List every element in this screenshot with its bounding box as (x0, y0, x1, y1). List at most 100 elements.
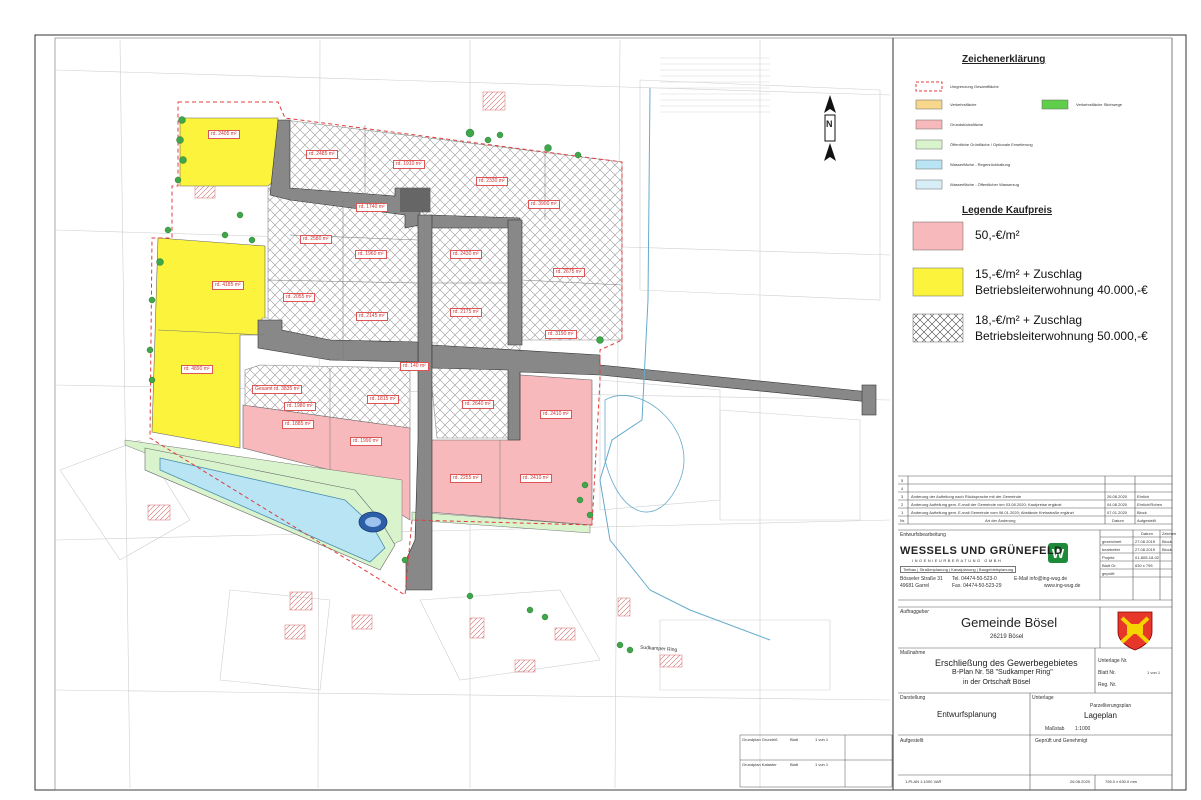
plot-label: rd. 1990 m² (350, 437, 382, 446)
plot-label: rd. 2330 m² (476, 177, 508, 186)
plot-label: rd. 2175 m² (450, 308, 482, 317)
presentation-label: Darstellung (900, 695, 926, 701)
company-email: E-Mail info@ing-wug.de (1014, 576, 1068, 582)
rev-by: Ehrlich (1137, 494, 1150, 499)
client-name: Gemeinde Bösel (961, 615, 1058, 630)
info-key: Projekt (1102, 555, 1115, 560)
stamp-row2-blatt: Blatt (790, 762, 799, 767)
measure-line3: in der Ortschaft Bösel (963, 679, 1031, 686)
legend-item-boundary: Umgrenzung Gesamtfläche (950, 84, 999, 89)
plot-label: rd. 1815 m² (367, 395, 399, 404)
plot-label: rd. 2580 m² (300, 235, 332, 244)
info-key: geprüft (1102, 571, 1115, 576)
rev-by: Ehrlich/Rohen (1137, 502, 1163, 507)
client-zip: 26219 Bösel (990, 634, 1024, 640)
rev-nr: 5 (901, 478, 904, 483)
scale-label: Maßstab (1045, 726, 1065, 732)
company-fax: Fax. 04474-50-523-29 (952, 583, 1002, 589)
info-sign: Block (1162, 547, 1172, 552)
plot-label: rd. 1740 m² (356, 203, 388, 212)
plot-label: rd. 2485 m² (306, 150, 338, 159)
company-web: www.ing-wug.de (1044, 583, 1081, 589)
rev-header-by: Aufgestellt (1137, 518, 1156, 523)
blatt-nr-label: Blatt Nr. (1098, 670, 1116, 676)
legend-item-watercourse: Wasserfläche - Öffentlicher Wasserzug (950, 182, 1019, 187)
plot-label: rd. 2255 m² (450, 474, 482, 483)
rev-nr: 1 (901, 510, 904, 515)
info-key: bearbeitet (1102, 547, 1120, 552)
unterlage-sub: Parzellierungsplan (1090, 703, 1132, 709)
scale-value: 1:1000 (1075, 726, 1091, 732)
price-3-line2: Betriebsleiterwohnung 50.000,-€ (975, 329, 1148, 343)
plot-label: rd. 2055 m² (283, 293, 315, 302)
rev-by: Block (1137, 510, 1147, 515)
info-val: 630 x 795 (1135, 563, 1153, 568)
plot-label: rd. 2145 m² (356, 312, 388, 321)
price-3-line1: 18,-€/m² + Zuschlag (975, 313, 1083, 327)
legend-title: Zeichenerklärung (962, 54, 1046, 65)
stamp-row1-blatt: Blatt (790, 737, 799, 742)
measure-line1: Erschließung des Gewerbegebietes (935, 658, 1078, 668)
rev-text: Änderung der Aufteilung nach Rücksprache… (911, 494, 1022, 499)
stamp-row1-val: 1 von 1 (815, 737, 829, 742)
plot-label: rd. 2410 m² (520, 474, 552, 483)
plot-label: rd. 2640 m² (462, 400, 494, 409)
unterlage-label: Unterlage (1032, 695, 1054, 701)
rev-date: 26.08.2020 (1107, 494, 1128, 499)
presentation-value: Entwurfsplanung (937, 710, 997, 719)
north-label: N (826, 119, 833, 129)
price-2-line1: 15,-€/m² + Zuschlag (975, 267, 1083, 281)
footer-file: 1-PLAN 1:1000 VAR (905, 779, 942, 784)
legend-item-spur-roads: Verkehrsfläche Stichwege (1076, 102, 1123, 107)
legend-item-plots: Grundstücksfläche (950, 122, 984, 127)
unterlage-value: Lageplan (1084, 711, 1117, 720)
plot-label: rd. 2675 m² (553, 268, 585, 277)
footer-size: 795.0 x 630.0 mm (1105, 779, 1138, 784)
legend-item-green: Öffentliche Grünfläche / Optionale Erwei… (950, 142, 1033, 147)
info-sign: Block (1162, 539, 1172, 544)
company-sub: INGENIEURBERATUNG GMBH (912, 558, 1003, 563)
plot-label: rd. 140 m² (400, 362, 429, 371)
rev-text: Änderung Aufteilung gem. E-mail der Geme… (911, 502, 1062, 507)
client-label: Auftraggeber (900, 609, 929, 615)
plot-label: rd. 2410 m² (540, 410, 572, 419)
measure-label: Maßnahme (900, 650, 926, 656)
plot-label: rd. 1980 m² (284, 402, 316, 411)
plot-label: rd. 4890 m² (181, 365, 213, 374)
geprueft-label: Geprüft und Genehmigt (1035, 738, 1088, 744)
plot-label: rd. 3900 m² (528, 200, 560, 209)
company-services: Tiefbau | Straßenplanung | Kanalplanung … (900, 566, 1017, 573)
rev-nr: 4 (901, 486, 904, 491)
measure-line2: B-Plan Nr. 58 "Sudkamper Ring" (952, 669, 1053, 676)
plot-label: Gesamt rd. 3835 m² (252, 385, 303, 394)
unterlage-nr-label: Unterlage Nr. (1098, 658, 1128, 664)
rev-nr: 3 (901, 494, 904, 499)
rev-header-text: Art der Änderung (985, 518, 1016, 523)
rev-date: 07.01.2020 (1107, 510, 1128, 515)
plot-label: rd. 1885 m² (282, 420, 314, 429)
footer-date: 26.08.2020 (1070, 779, 1091, 784)
rev-header-date: Datum (1112, 518, 1124, 523)
rev-text: Änderung Aufteilung gem. E-mail Gemeinde… (911, 510, 1074, 515)
info-key: Blatt Gr. (1102, 563, 1117, 568)
plot-label: rd. 2405 m² (208, 130, 240, 139)
price-2-line2: Betriebsleiterwohnung 40.000,-€ (975, 283, 1148, 297)
reg-nr-label: Reg. Nr. (1098, 682, 1117, 688)
blatt-nr-value: 1 von 1 (1147, 670, 1161, 675)
plot-label: rd. 1910 m² (393, 160, 425, 169)
stamp-row2: Grundplan Kataster (742, 762, 777, 767)
rev-nr: 2 (901, 502, 904, 507)
company-address1: Bösseler Straße 31 (900, 576, 943, 582)
stamp-row2-val: 1 von 1 (815, 762, 829, 767)
plot-label: rd. 2430 m² (450, 250, 482, 259)
aufgestellt-label: Aufgestellt (900, 738, 924, 744)
info-key: gezeichnet (1102, 539, 1122, 544)
price-legend-title: Legende Kaufpreis (962, 205, 1053, 216)
legend-item-traffic: Verkehrsfläche (950, 102, 977, 107)
info-val: 27.08.2019 (1135, 547, 1156, 552)
info-val: 27.08.2019 (1135, 539, 1156, 544)
info-header-date: Datum (1141, 531, 1153, 536)
info-val: 01-805-18-02 (1135, 555, 1160, 560)
plot-label: rd. 1960 m² (355, 250, 387, 259)
legend-item-retention: Wasserfläche - Regenrückhaltung (950, 162, 1011, 167)
